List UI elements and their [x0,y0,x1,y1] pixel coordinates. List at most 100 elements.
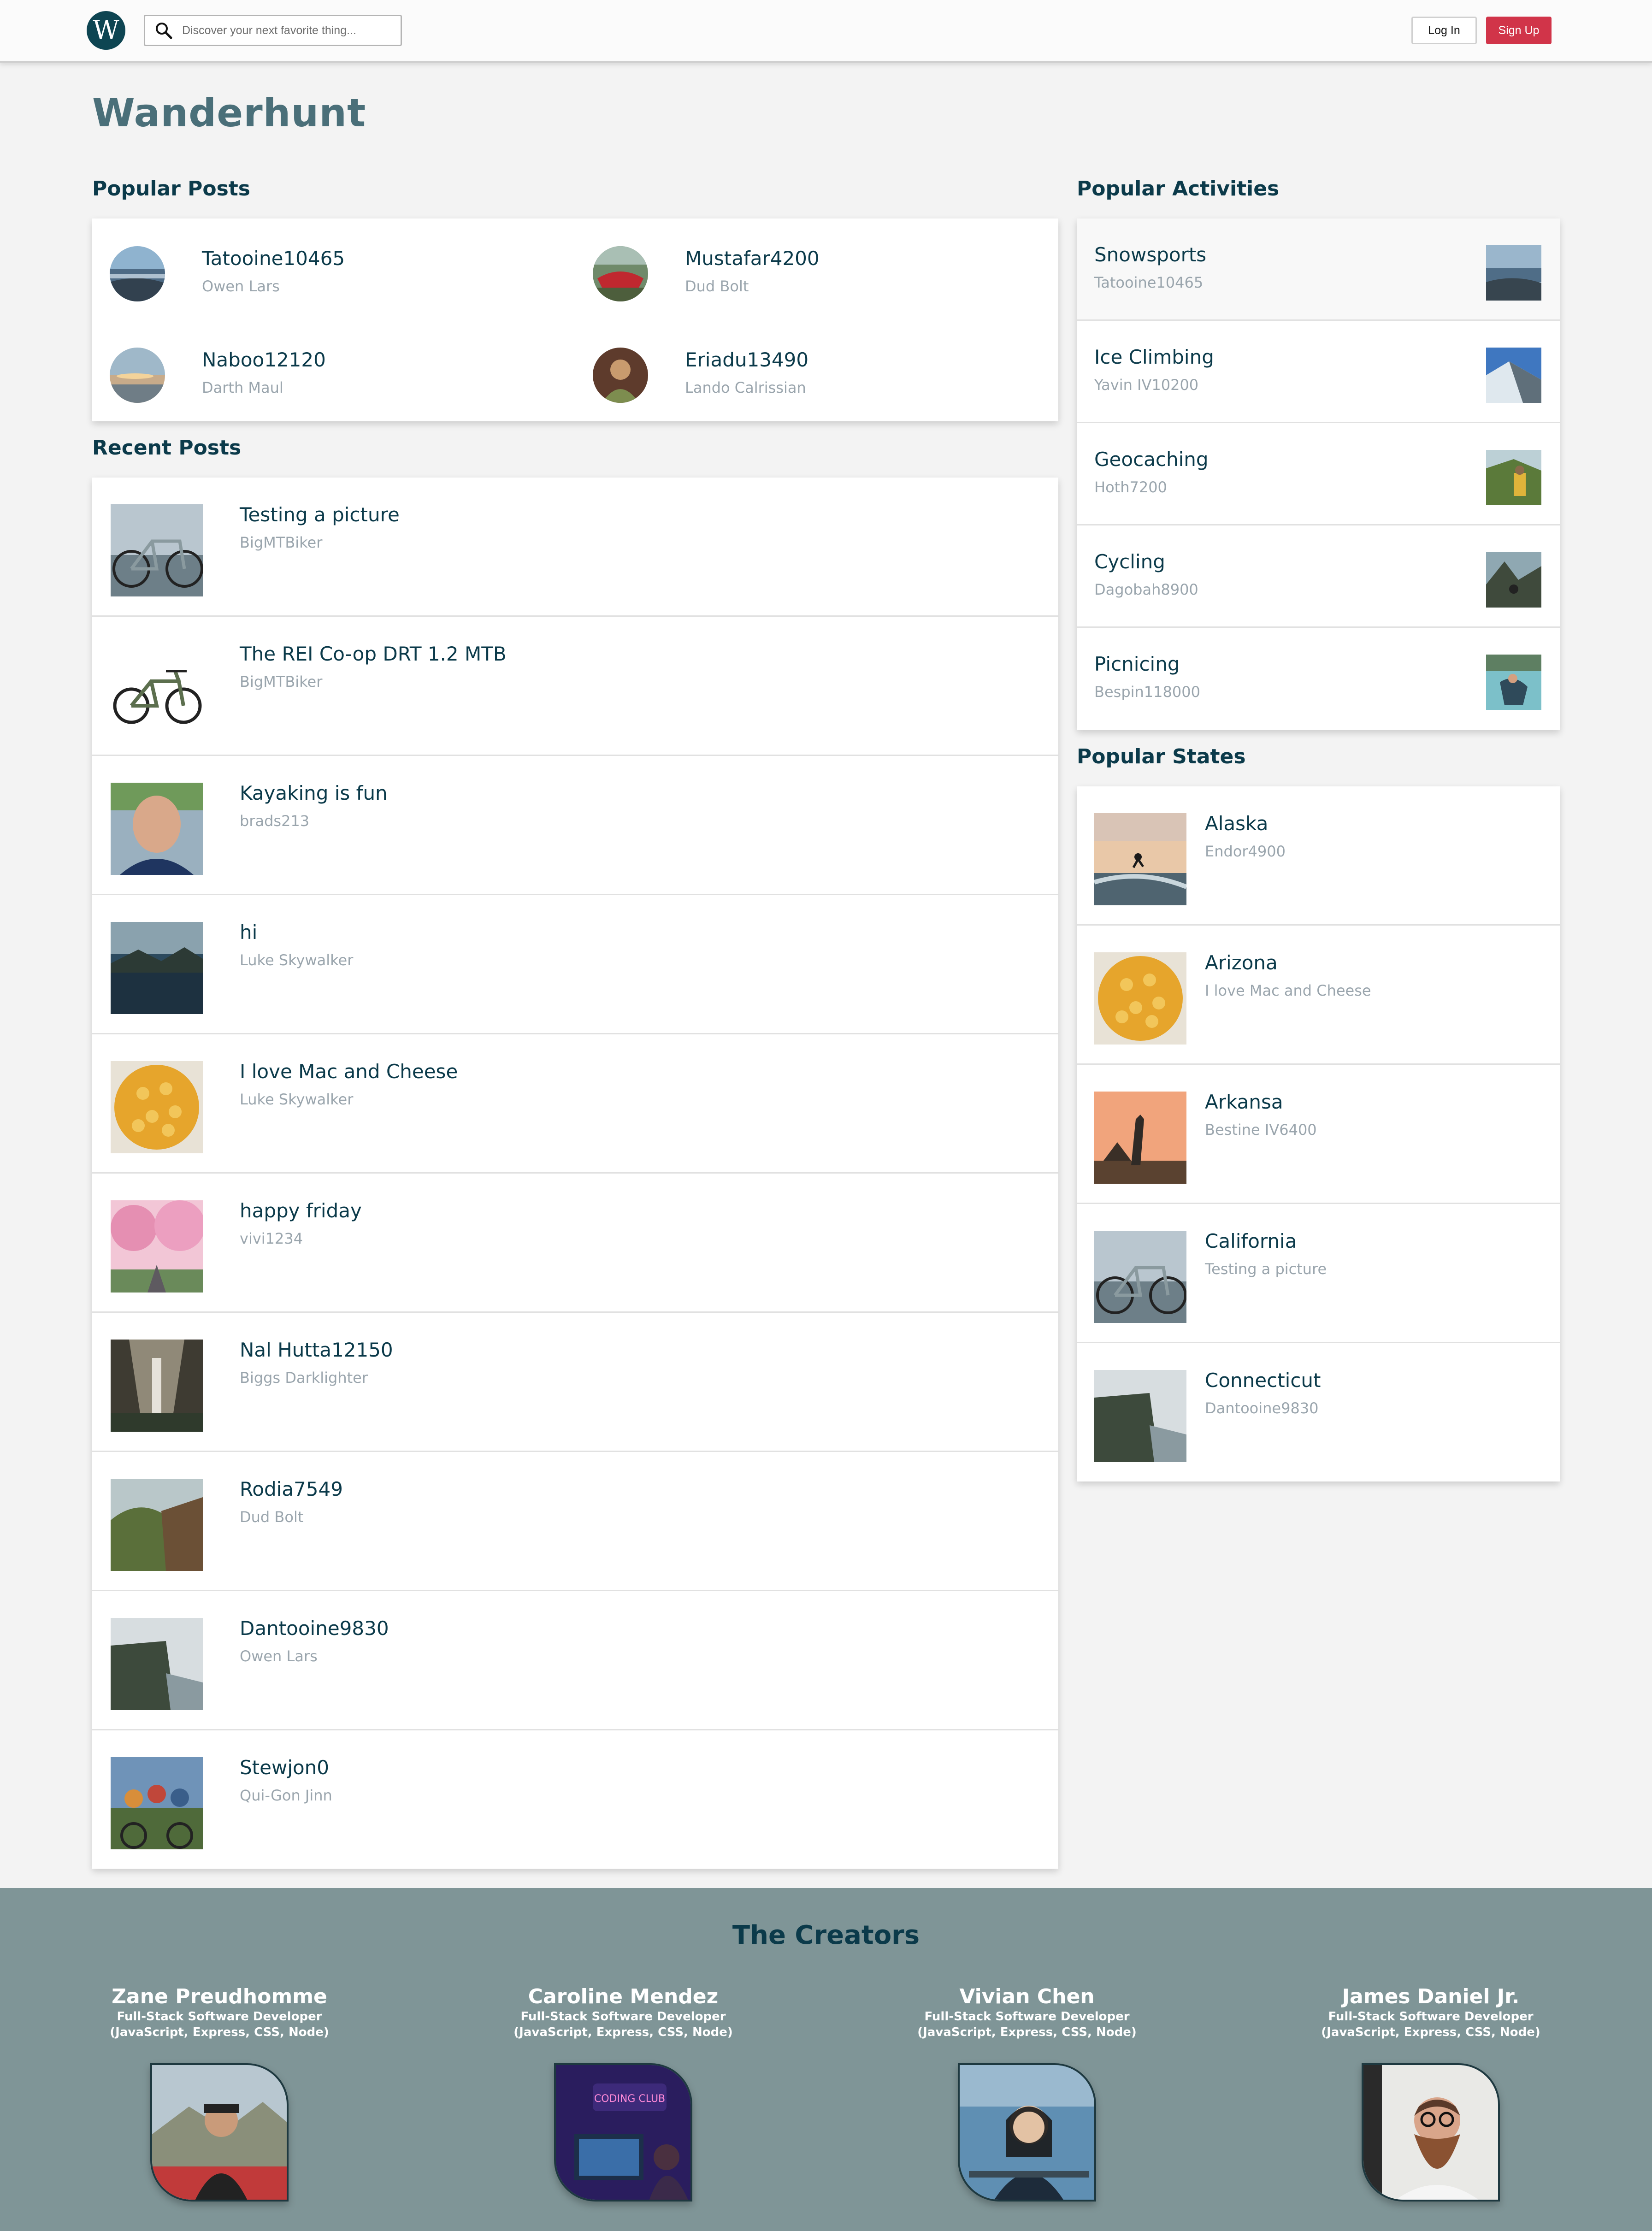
popular-post-item[interactable]: Eriadu13490 Lando Calrissian [575,338,1036,407]
creator-stack: (JavaScript, Express, CSS, Node) [1321,2025,1540,2039]
activity-thumbnail [1486,245,1541,301]
state-title[interactable]: Alaska [1205,812,1268,835]
post-title[interactable]: Eriadu13490 [685,348,808,371]
post-title[interactable]: Dantooine9830 [240,1617,389,1640]
creator-name: James Daniel Jr. [1342,1985,1520,2008]
popular-post-item[interactable]: Naboo12120 Darth Maul [92,338,553,407]
activity-title[interactable]: Snowsports [1094,243,1206,266]
state-row[interactable]: Arizona I love Mac and Cheese [1077,926,1560,1065]
state-row[interactable]: Arkansa Bestine IV6400 [1077,1065,1560,1204]
post-thumbnail [111,783,203,875]
post-thumbnail [111,504,203,596]
creator-photo[interactable] [1362,2063,1500,2201]
recent-posts-heading: Recent Posts [92,436,242,460]
popular-states-card: Alaska Endor4900 Arizona I love Mac and … [1077,786,1560,1481]
activity-title[interactable]: Geocaching [1094,448,1209,471]
popular-posts-heading: Popular Posts [92,177,250,201]
activity-title[interactable]: Ice Climbing [1094,346,1214,368]
post-title[interactable]: hi [240,921,257,944]
popular-states-heading: Popular States [1077,745,1246,768]
activity-sub: Yavin IV10200 [1094,376,1199,394]
recent-post-row[interactable]: Kayaking is fun brads213 [92,756,1058,895]
post-thumbnail [111,1757,203,1849]
popular-post-item[interactable]: Tatooine10465 Owen Lars [92,237,553,306]
post-author: BigMTBiker [240,534,323,551]
popular-activities-heading: Popular Activities [1077,177,1280,201]
state-sub: Endor4900 [1205,843,1286,860]
activity-row[interactable]: Picnicing Bespin118000 [1077,628,1560,730]
post-title[interactable]: Stewjon0 [240,1756,329,1779]
post-title[interactable]: Nal Hutta12150 [240,1339,393,1361]
popular-post-item[interactable]: Mustafar4200 Dud Bolt [575,237,1036,306]
state-row[interactable]: California Testing a picture [1077,1204,1560,1343]
activity-sub: Bespin118000 [1094,683,1200,701]
post-thumbnail [593,348,648,403]
creator-card: Caroline Mendez Full-Stack Software Deve… [494,1985,752,2040]
post-title[interactable]: The REI Co-op DRT 1.2 MTB [240,643,507,665]
activity-row[interactable]: Snowsports Tatooine10465 [1077,218,1560,321]
state-title[interactable]: Connecticut [1205,1369,1321,1392]
activity-row[interactable]: Ice Climbing Yavin IV10200 [1077,321,1560,423]
creator-name: Vivian Chen [959,1985,1095,2008]
activity-row[interactable]: Cycling Dagobah8900 [1077,525,1560,628]
search-icon [156,23,172,39]
creator-role: Full-Stack Software Developer [520,2010,726,2024]
post-author: BigMTBiker [240,673,323,691]
search-input[interactable] [182,18,385,43]
recent-post-row[interactable]: Nal Hutta12150 Biggs Darklighter [92,1313,1058,1452]
post-title[interactable]: Mustafar4200 [685,247,820,270]
search-box[interactable] [144,15,402,46]
signup-button[interactable]: Sign Up [1486,17,1552,44]
state-title[interactable]: California [1205,1230,1297,1252]
post-thumbnail [111,1061,203,1153]
state-row[interactable]: Connecticut Dantooine9830 [1077,1343,1560,1482]
state-thumbnail [1094,952,1186,1045]
top-nav-bar: W Log In Sign Up [0,0,1652,63]
activity-thumbnail [1486,450,1541,505]
creator-photo[interactable] [150,2063,289,2201]
recent-post-row[interactable]: Dantooine9830 Owen Lars [92,1591,1058,1730]
post-title[interactable]: Kayaking is fun [240,782,388,804]
logo-w[interactable]: W [87,11,125,50]
creator-card: Zane Preudhomme Full-Stack Software Deve… [90,1985,348,2040]
creator-role: Full-Stack Software Developer [1328,2010,1534,2024]
state-title[interactable]: Arizona [1205,951,1278,974]
post-author: Luke Skywalker [240,1091,354,1108]
state-thumbnail [1094,1370,1186,1462]
post-title[interactable]: I love Mac and Cheese [240,1060,458,1083]
state-title[interactable]: Arkansa [1205,1091,1283,1113]
recent-post-row[interactable]: happy friday vivi1234 [92,1174,1058,1313]
recent-post-row[interactable]: Stewjon0 Qui-Gon Jinn [92,1730,1058,1870]
activity-thumbnail [1486,348,1541,403]
post-thumbnail [110,348,165,403]
post-title[interactable]: Naboo12120 [202,348,326,371]
recent-post-row[interactable]: The REI Co-op DRT 1.2 MTB BigMTBiker [92,617,1058,756]
post-title[interactable]: Tatooine10465 [202,247,345,270]
activity-title[interactable]: Cycling [1094,550,1165,573]
activity-title[interactable]: Picnicing [1094,653,1180,675]
creator-name: Zane Preudhomme [112,1985,327,2008]
activity-sub: Tatooine10465 [1094,274,1204,291]
state-sub: I love Mac and Cheese [1205,982,1371,999]
login-button[interactable]: Log In [1411,17,1477,44]
post-thumbnail [110,246,165,301]
state-row[interactable]: Alaska Endor4900 [1077,786,1560,926]
creator-photo[interactable]: CODING CLUB [554,2063,692,2201]
recent-post-row[interactable]: Rodia7549 Dud Bolt [92,1452,1058,1591]
post-author: Darth Maul [202,379,283,396]
post-author: Dud Bolt [685,277,749,295]
recent-post-row[interactable]: Testing a picture BigMTBiker [92,478,1058,617]
creator-stack: (JavaScript, Express, CSS, Node) [110,2025,329,2039]
activity-row[interactable]: Geocaching Hoth7200 [1077,423,1560,525]
post-thumbnail [111,643,203,736]
post-title[interactable]: Rodia7549 [240,1478,343,1500]
creator-photo[interactable] [958,2063,1096,2201]
post-author: brads213 [240,812,310,830]
creator-role: Full-Stack Software Developer [117,2010,322,2024]
post-title[interactable]: happy friday [240,1199,362,1222]
post-author: Owen Lars [202,277,280,295]
post-title[interactable]: Testing a picture [240,503,400,526]
recent-post-row[interactable]: hi Luke Skywalker [92,895,1058,1034]
creators-footer: The Creators Zane Preudhomme Full-Stack … [0,1888,1652,2231]
recent-post-row[interactable]: I love Mac and Cheese Luke Skywalker [92,1034,1058,1174]
